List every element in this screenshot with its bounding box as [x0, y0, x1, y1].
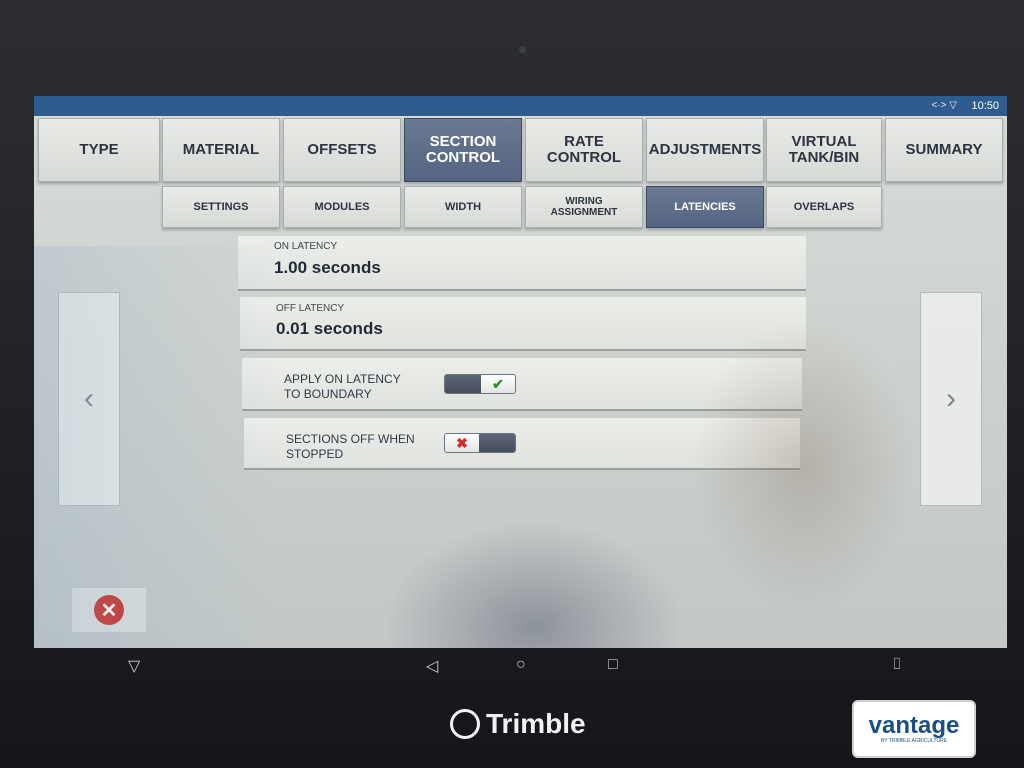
apply-on-latency-row: APPLY ON LATENCY TO BOUNDARY ✔	[242, 358, 802, 411]
status-icons: <·> ▽	[931, 100, 957, 111]
sections-off-when-stopped-label: SECTIONS OFF WHEN STOPPED	[286, 432, 415, 461]
cross-icon: ✖	[445, 434, 479, 452]
back-button[interactable]: ◁	[426, 656, 438, 676]
subtab-overlaps[interactable]: OVERLAPS	[766, 186, 882, 228]
display-screen: <·> ▽ 10:50 TYPE MATERIAL OFFSETS SECTIO…	[34, 96, 1007, 648]
tab-material[interactable]: MATERIAL	[162, 118, 280, 182]
trimble-logo: Trimble	[450, 708, 586, 740]
tab-section-control[interactable]: SECTION CONTROL	[404, 118, 522, 182]
tab-summary[interactable]: SUMMARY	[885, 118, 1003, 182]
subtab-width[interactable]: WIDTH	[404, 186, 522, 228]
tab-virtual-tank-bin[interactable]: VIRTUAL TANK/BIN	[766, 118, 882, 182]
trimble-globe-icon	[450, 709, 480, 739]
chevron-left-icon: ‹	[84, 382, 94, 415]
on-latency-row[interactable]: ON LATENCY 1.00 seconds	[238, 236, 806, 291]
sections-off-when-stopped-toggle[interactable]: ✖	[444, 433, 516, 453]
shield-icon[interactable]: ▽	[128, 656, 140, 676]
close-icon: ✕	[94, 595, 124, 625]
cancel-button[interactable]: ✕	[72, 588, 146, 632]
check-icon: ✔	[481, 375, 515, 393]
next-page-button[interactable]: ›	[920, 292, 982, 506]
apply-on-latency-label: APPLY ON LATENCY TO BOUNDARY	[284, 372, 401, 401]
sections-off-when-stopped-row: SECTIONS OFF WHEN STOPPED ✖	[244, 418, 800, 470]
status-bar: <·> ▽ 10:50	[34, 96, 1007, 116]
on-latency-value: 1.00 seconds	[274, 258, 381, 277]
vantage-wordmark: vantage	[868, 712, 960, 739]
chevron-right-icon: ›	[946, 382, 956, 415]
subtab-wiring-assignment[interactable]: WIRING ASSIGNMENT	[525, 186, 643, 228]
recents-button[interactable]: □	[608, 656, 618, 674]
trimble-wordmark: Trimble	[486, 708, 586, 739]
home-button[interactable]: ○	[516, 656, 526, 674]
vantage-logo: vantage BY TRIMBLE AGRICULTURE	[852, 700, 976, 758]
on-latency-label: ON LATENCY	[274, 241, 338, 252]
subtab-settings[interactable]: SETTINGS	[162, 186, 280, 228]
android-nav-bar: ▽ ◁ ○ □ ⌷	[34, 650, 1007, 684]
off-latency-value: 0.01 seconds	[276, 319, 383, 338]
previous-page-button[interactable]: ‹	[58, 292, 120, 506]
status-time: 10:50	[971, 100, 999, 112]
tab-rate-control[interactable]: RATE CONTROL	[525, 118, 643, 182]
subtab-modules[interactable]: MODULES	[283, 186, 401, 228]
toggle-track	[477, 434, 515, 452]
camera-lens	[519, 46, 526, 53]
apply-on-latency-toggle[interactable]: ✔	[444, 374, 516, 394]
vantage-subtitle: BY TRIMBLE AGRICULTURE	[880, 738, 948, 744]
camera-icon[interactable]: ⌷	[892, 656, 902, 674]
subtab-latencies[interactable]: LATENCIES	[646, 186, 764, 228]
tab-adjustments[interactable]: ADJUSTMENTS	[646, 118, 764, 182]
tab-offsets[interactable]: OFFSETS	[283, 118, 401, 182]
toggle-track	[445, 375, 483, 393]
off-latency-label: OFF LATENCY	[276, 303, 345, 314]
off-latency-row[interactable]: OFF LATENCY 0.01 seconds	[240, 297, 806, 351]
tab-type[interactable]: TYPE	[38, 118, 160, 182]
